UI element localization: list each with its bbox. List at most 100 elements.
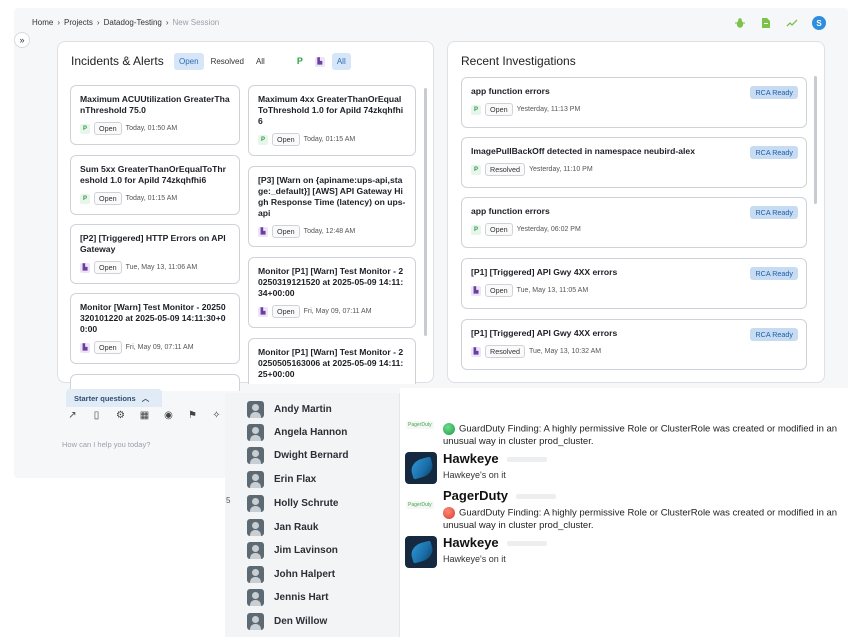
status-badge: Open [485, 103, 513, 116]
gear-icon[interactable]: ⚙ [114, 409, 127, 422]
user-item[interactable]: Den Willow [247, 613, 327, 630]
incident-time: Tue, May 13, 11:06 AM [125, 264, 198, 271]
incident-card[interactable]: [P3] [Warn on {apiname:ups-api,stage:_de… [248, 166, 416, 247]
user-name: Jennis Hart [274, 592, 329, 603]
incident-title: Maximum 4xx GreaterThanOrEqualToThreshol… [258, 94, 404, 126]
user-item[interactable]: Jan Rauk [247, 519, 318, 536]
investigations-panel: Recent Investigations app function error… [447, 41, 825, 383]
source-filter-all[interactable]: All [331, 52, 351, 70]
status-badge: Resolved [485, 345, 525, 358]
incidents-scrollbar[interactable] [424, 88, 427, 336]
chat-tool-row: ↗ ▯ ⚙ ▦ ◉ ⚑ ✧ [66, 409, 223, 422]
pagerduty-icon: P [471, 164, 481, 175]
user-item[interactable]: Angela Hannon [247, 424, 347, 441]
user-item[interactable]: Jennis Hart [247, 589, 328, 606]
hawkeye-avatar [405, 536, 437, 568]
sender-name: Hawkeye [443, 535, 547, 550]
investigation-title: app function errors [471, 86, 550, 96]
status-badge: Open [272, 305, 300, 318]
breadcrumb-home[interactable]: Home [32, 18, 53, 27]
hawkeye-avatar [405, 452, 437, 484]
rca-ready-badge: RCA Ready [750, 206, 798, 219]
investigation-card[interactable]: app function errors RCA Ready P Open Yeste… [461, 197, 807, 248]
investigation-card[interactable]: ImagePullBackOff detected in namespace n… [461, 137, 807, 188]
location-icon[interactable]: ◉ [162, 409, 175, 422]
alert-icon[interactable]: ⚑ [186, 409, 199, 422]
chevron-right-icon: › [96, 18, 100, 27]
trend-icon[interactable] [786, 17, 798, 29]
investigation-card[interactable]: app function errors RCA Ready P Open Yeste… [461, 77, 807, 128]
avatar[interactable]: S [812, 16, 826, 30]
user-item[interactable]: Dwight Bernard [247, 447, 348, 464]
pagerduty-icon: P [80, 193, 90, 204]
breadcrumb-projects[interactable]: Projects [64, 18, 93, 27]
document-icon[interactable] [760, 17, 772, 29]
user-item[interactable]: Jim Lavinson [247, 542, 338, 559]
user-name: Andy Martin [274, 404, 332, 415]
user-name: Jim Lavinson [274, 545, 338, 556]
investigation-time: Tue, May 13, 10:32 AM [528, 348, 602, 355]
incident-title: Monitor [P1] [Warn] Test Monitor - 20250… [258, 347, 404, 379]
filter-resolved[interactable]: Resolved [206, 53, 249, 70]
breadcrumb-project[interactable]: Datadog-Testing [104, 18, 162, 27]
filter-open[interactable]: Open [174, 52, 204, 70]
incident-card[interactable]: Maximum ACUUtilization GreaterThanThresh… [70, 85, 240, 145]
puzzle-icon[interactable]: ✧ [210, 409, 223, 422]
incident-card[interactable]: Monitor [P1] [Warn] Test Monitor - 20250… [248, 257, 416, 328]
breadcrumb-current: New Session [172, 18, 220, 27]
side-number: 5 [226, 496, 231, 505]
avatar [247, 613, 264, 630]
calendar-icon[interactable]: ▦ [138, 409, 151, 422]
rca-ready-badge: RCA Ready [750, 146, 798, 159]
sender-name: Hawkeye [443, 451, 547, 466]
user-item[interactable]: Holly Schrute [247, 495, 338, 512]
incidents-title: Incidents & Alerts [71, 54, 164, 68]
user-name: Erin Flax [274, 474, 317, 485]
filter-all[interactable]: All [251, 53, 270, 70]
datadog-icon: ▙ [80, 342, 90, 353]
source-filter-datadog[interactable]: ▙ [310, 52, 330, 71]
user-item[interactable]: John Halpert [247, 566, 335, 583]
avatar [247, 495, 264, 512]
avatar [247, 542, 264, 559]
user-item[interactable]: Erin Flax [247, 471, 316, 488]
status-badge: Resolved [485, 163, 525, 176]
incident-title: Sum 5xx GreaterThanOrEqualToThreshold 1.… [80, 164, 226, 185]
status-badge: Open [94, 192, 122, 205]
chat-input[interactable]: How can I help you today? [62, 440, 242, 449]
incident-card[interactable]: Maximum 4xx GreaterThanOrEqualToThreshol… [248, 85, 416, 156]
datadog-icon: ▙ [258, 226, 268, 237]
datadog-icon: ▙ [314, 56, 325, 67]
pagerduty-logo: PagerDuty [406, 421, 434, 429]
trend-icon[interactable]: ↗ [66, 409, 79, 422]
user-name: John Halpert [274, 569, 336, 580]
expand-sidebar-button[interactable]: » [14, 32, 30, 48]
investigation-title: ImagePullBackOff detected in namespace n… [471, 146, 695, 156]
investigation-title: [P1] [Triggered] API Gwy 4XX errors [471, 267, 618, 277]
datadog-icon: ▙ [80, 262, 90, 273]
incident-card[interactable]: Monitor [P1] [Warn] Test Monitor - 20250… [248, 338, 416, 384]
bot-message: Hawkeye's on it [443, 554, 506, 564]
incident-time: Today, 01:50 AM [125, 125, 178, 132]
incident-card[interactable]: Monitor [Warn] Test Monitor - 2025032010… [70, 293, 240, 364]
user-list: Andy Martin Angela Hannon Dwight Bernard… [225, 393, 400, 637]
bug-icon[interactable] [734, 17, 746, 29]
user-item[interactable]: Andy Martin [247, 401, 332, 418]
avatar [247, 471, 264, 488]
investigation-card[interactable]: [P1] [Triggered] API Gwy 4XX errors RCA … [461, 319, 807, 370]
investigation-title: [P1] [Triggered] API Gwy 4XX errors [471, 328, 618, 338]
investigations-scrollbar[interactable] [814, 76, 817, 204]
starter-questions-toggle[interactable]: Starter questions ︿ [66, 389, 162, 407]
status-badge: Open [94, 261, 122, 274]
pagerduty-icon: P [471, 224, 481, 235]
red-status-icon [443, 507, 455, 519]
avatar [247, 424, 264, 441]
file-icon[interactable]: ▯ [90, 409, 103, 422]
source-filter-pagerduty[interactable]: P [292, 52, 308, 70]
investigation-time: Yesterday, 11:10 PM [528, 166, 593, 173]
user-name: Dwight Bernard [274, 450, 349, 461]
incident-card[interactable]: [P2] [Triggered] HTTP Errors on APIGatew… [70, 224, 240, 284]
investigation-card[interactable]: [P1] [Triggered] API Gwy 4XX errors RCA … [461, 258, 807, 309]
incident-title: Maximum ACUUtilization GreaterThanThresh… [80, 94, 230, 115]
incident-card[interactable]: Sum 5xx GreaterThanOrEqualToThreshold 1.… [70, 155, 240, 215]
